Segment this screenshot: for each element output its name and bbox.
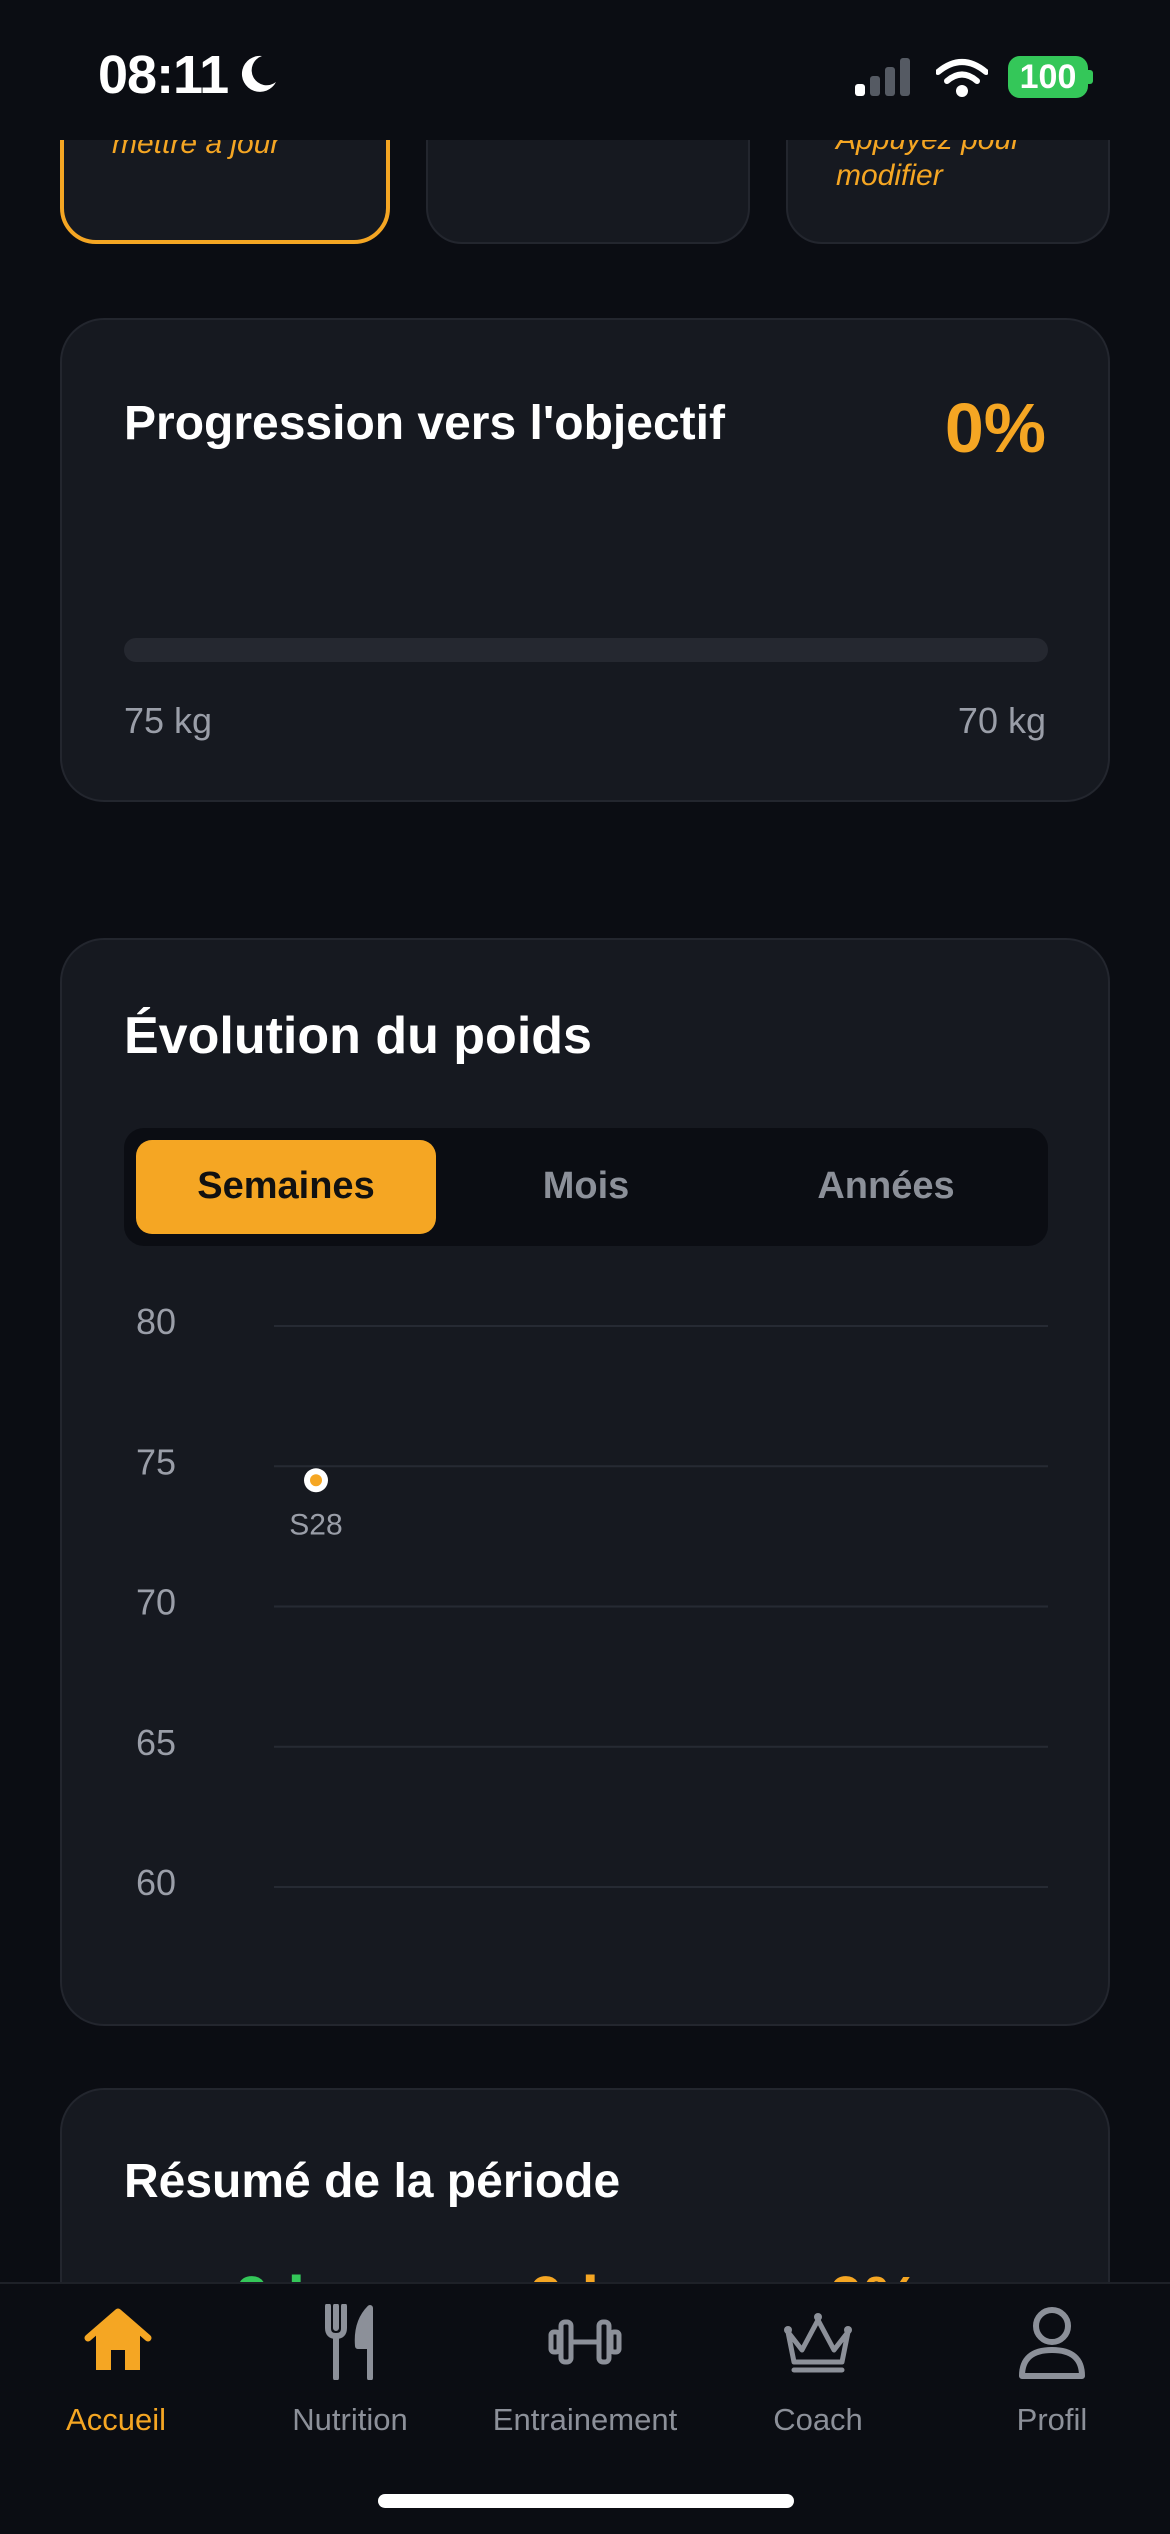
crown-icon (784, 2313, 852, 2373)
cellular-signal-icon (855, 58, 910, 96)
chart-y-tick: 80 (136, 1301, 176, 1342)
chart-point-core (310, 1474, 322, 1487)
summary-title: Résumé de la période (124, 2155, 621, 2208)
chart-point-label: S28 (289, 1508, 342, 1541)
tab-label-profil: Profil (1016, 2402, 1088, 2437)
weight-evolution-card: Évolution du poids Semaines Mois Années … (60, 938, 1110, 2026)
chart-y-tick: 65 (136, 1722, 176, 1763)
dumbbell-icon (548, 2319, 622, 2365)
progress-percent: 0% (944, 389, 1046, 467)
tab-coach[interactable]: Coach (708, 2304, 928, 2454)
tab-profil[interactable]: Profil (942, 2304, 1162, 2454)
chart-y-tick: 70 (136, 1582, 176, 1623)
tab-accueil[interactable]: Accueil (6, 2304, 226, 2454)
battery-indicator: 100 (1008, 56, 1088, 98)
progress-track (124, 638, 1048, 662)
fork-knife-icon (325, 2304, 373, 2380)
chart-y-tick: 60 (136, 1862, 176, 1903)
wifi-icon (936, 59, 988, 97)
tab-entrainement[interactable]: Entrainement (475, 2304, 695, 2454)
battery-nub (1088, 70, 1093, 84)
weight-chart: 80 75 70 65 60 S28 (136, 1301, 1048, 1903)
chart-y-tick: 75 (136, 1441, 176, 1482)
person-icon (1019, 2307, 1085, 2379)
home-indicator (378, 2494, 794, 2508)
progress-start-weight: 75 kg (124, 700, 213, 741)
progress-title: Progression vers l'objectif (124, 397, 725, 450)
tab-label-accueil: Accueil (66, 2402, 166, 2437)
tab-label-nutrition: Nutrition (292, 2402, 408, 2437)
moon-icon (241, 55, 276, 92)
tab-label-coach: Coach (773, 2402, 863, 2437)
home-icon (84, 2308, 152, 2370)
tab-label-entrainement: Entrainement (492, 2402, 678, 2437)
progress-card: Progression vers l'objectif 0% 75 kg 70 … (60, 318, 1110, 802)
tab-nutrition[interactable]: Nutrition (240, 2304, 460, 2454)
progress-goal-weight: 70 kg (957, 700, 1046, 741)
status-time: 08:11 (98, 45, 229, 105)
